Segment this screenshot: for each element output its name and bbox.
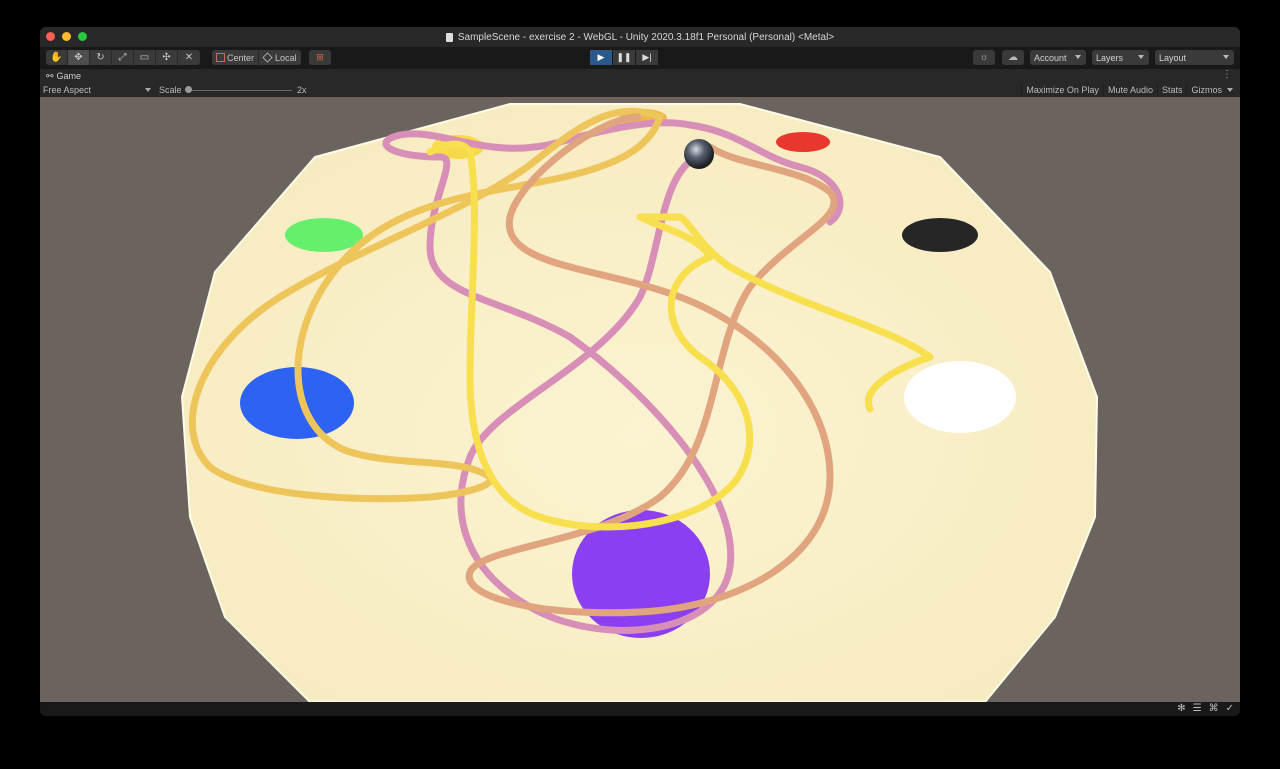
game-viewport[interactable]	[40, 97, 1240, 702]
tab-game[interactable]: ⚯ Game	[40, 71, 81, 82]
gizmos-label: Gizmos	[1191, 85, 1222, 95]
red-target	[776, 132, 830, 152]
metal-ball	[684, 139, 714, 169]
space-label: Local	[275, 52, 297, 63]
gamepad-icon: ⚯	[46, 70, 54, 81]
check-circle-icon[interactable]: ✓	[1226, 703, 1234, 714]
zoom-window-button[interactable]	[78, 32, 87, 41]
layout-label: Layout	[1159, 52, 1187, 63]
custom-tool-button[interactable]: ✕	[178, 50, 200, 65]
scale-icon: ⤢	[118, 52, 127, 63]
move-tool-button[interactable]: ✥	[68, 50, 90, 65]
layers-label: Layers	[1096, 52, 1124, 63]
pause-button[interactable]: ❚❚	[613, 50, 635, 65]
cloud-button[interactable]: ☁	[1002, 50, 1024, 65]
more-options-icon[interactable]: ⋮	[1222, 69, 1232, 80]
scale-slider-track[interactable]	[188, 90, 292, 91]
window-title: SampleScene - exercise 2 - WebGL - Unity…	[457, 31, 835, 43]
collab-button[interactable]: ☼	[973, 50, 995, 65]
layers-dropdown[interactable]: Layers	[1092, 50, 1149, 65]
rotate-icon: ↻	[96, 52, 105, 63]
aspect-dropdown[interactable]: Free Aspect	[43, 85, 153, 95]
rect-tool-button[interactable]: ▭	[134, 50, 156, 65]
transform-icon: ✣	[162, 52, 171, 63]
account-label: Account	[1034, 52, 1067, 63]
chevron-down-icon	[1138, 55, 1144, 59]
layout-dropdown[interactable]: Layout	[1155, 50, 1234, 65]
chevron-down-icon	[1075, 55, 1081, 59]
account-dropdown[interactable]: Account	[1030, 50, 1086, 65]
rotate-tool-button[interactable]: ↻	[90, 50, 112, 65]
grid-snap-icon: ⊞	[316, 52, 324, 62]
pivot-toggles: Center Local	[212, 50, 301, 65]
green-target	[285, 218, 363, 252]
document-icon	[445, 32, 453, 42]
transform-tools: ✋ ✥ ↻ ⤢ ▭ ✣ ✕	[46, 50, 200, 65]
status-icons: ✻ ☰ ⌘ ✓	[1177, 703, 1234, 714]
chevron-down-icon	[145, 88, 151, 92]
title-bar: SampleScene - exercise 2 - WebGL - Unity…	[40, 27, 1240, 47]
hand-tool-button[interactable]: ✋	[46, 50, 68, 65]
game-view-options: Maximize On Play Mute Audio Stats Gizmos	[1021, 83, 1236, 97]
scene-render	[40, 97, 1240, 702]
scale-label: Scale	[159, 85, 182, 95]
game-tab-label: Game	[56, 71, 82, 81]
pivot-icon	[216, 53, 225, 62]
bug-icon[interactable]: ✻	[1177, 703, 1185, 714]
playback-controls: ▶ ❚❚ ▶|	[590, 50, 658, 65]
minimize-window-button[interactable]	[62, 32, 71, 41]
white-target	[904, 361, 1016, 433]
chevron-down-icon	[1227, 88, 1233, 92]
play-icon: ▶	[597, 52, 605, 62]
play-button[interactable]: ▶	[590, 50, 612, 65]
pause-icon: ❚❚	[616, 52, 632, 62]
status-bar: ✻ ☰ ⌘ ✓	[40, 702, 1240, 716]
step-button[interactable]: ▶|	[636, 50, 658, 65]
unity-editor-window: SampleScene - exercise 2 - WebGL - Unity…	[40, 27, 1240, 716]
chevron-down-icon	[1223, 55, 1229, 59]
maximize-on-play-toggle[interactable]: Maximize On Play	[1021, 83, 1103, 97]
window-controls	[46, 32, 87, 41]
hand-icon: ✋	[50, 52, 63, 63]
game-tab-bar: ⚯ Game ⋮	[40, 69, 1240, 83]
move-icon: ✥	[74, 52, 83, 63]
sun-icon: ☼	[979, 52, 989, 63]
scale-slider-handle[interactable]	[185, 86, 192, 93]
gizmos-dropdown[interactable]: Gizmos	[1186, 83, 1236, 97]
close-window-button[interactable]	[46, 32, 55, 41]
black-target	[902, 218, 978, 252]
layers-stack-icon[interactable]: ☰	[1193, 703, 1202, 714]
scale-tool-button[interactable]: ⤢	[112, 50, 134, 65]
stats-toggle[interactable]: Stats	[1156, 83, 1187, 97]
step-icon: ▶|	[642, 52, 652, 62]
aspect-label: Free Aspect	[43, 85, 92, 95]
pivot-label: Center	[227, 52, 255, 63]
cube-icon	[262, 52, 273, 63]
transform-tool-button[interactable]: ✣	[156, 50, 178, 65]
cloud-icon: ☁	[1008, 52, 1018, 63]
rect-icon: ▭	[139, 52, 150, 63]
space-local-button[interactable]: Local	[259, 50, 301, 65]
network-icon[interactable]: ⌘	[1209, 703, 1219, 714]
main-toolbar: ✋ ✥ ↻ ⤢ ▭ ✣ ✕ Center Local ⊞ ▶ ❚❚ ▶| ☼ ☁…	[40, 47, 1240, 69]
grid-snap-button[interactable]: ⊞	[309, 50, 331, 65]
pivot-center-button[interactable]: Center	[212, 50, 260, 65]
scale-value: 2x	[297, 85, 307, 95]
mute-audio-toggle[interactable]: Mute Audio	[1102, 83, 1157, 97]
custom-tool-icon: ✕	[184, 52, 194, 63]
game-view-toolbar: Free Aspect Scale 2x Maximize On Play Mu…	[40, 83, 1240, 97]
